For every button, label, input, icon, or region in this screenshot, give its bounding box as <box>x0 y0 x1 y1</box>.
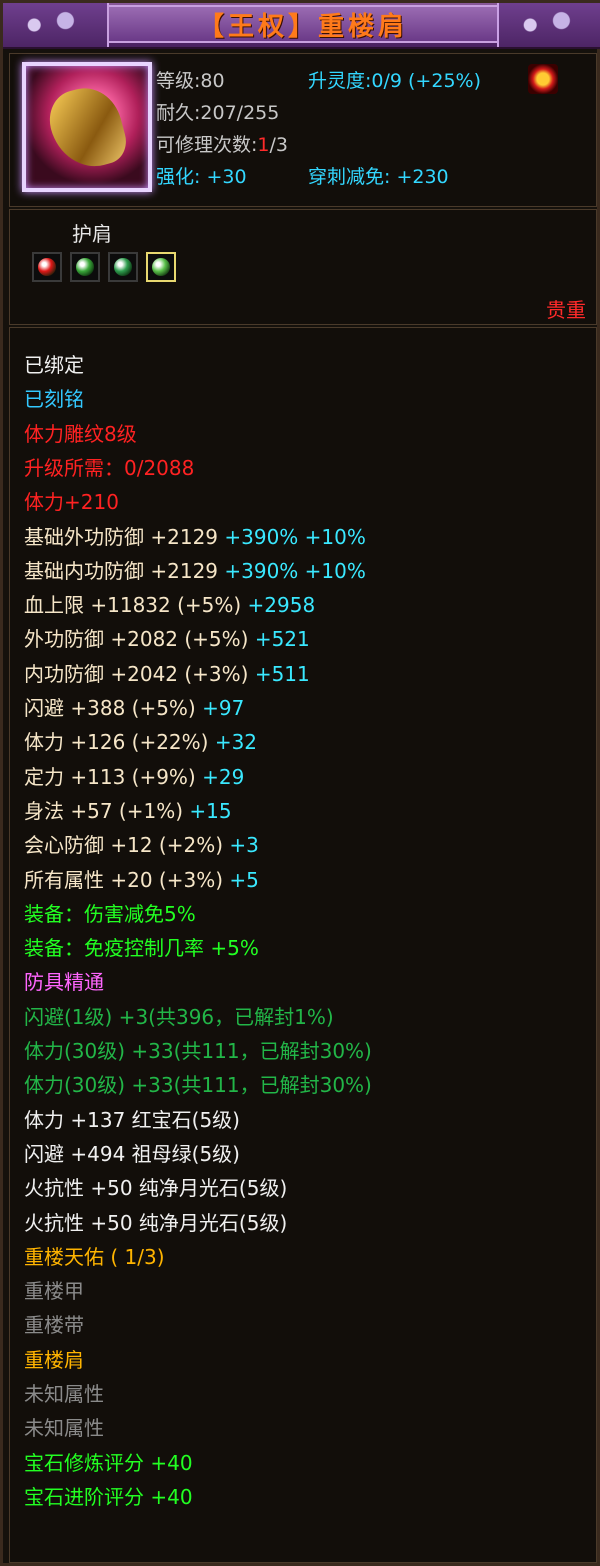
attribute-line: 宝石修炼评分 +40 <box>24 1450 193 1475</box>
attribute-bonus: +390% +10% <box>218 558 366 583</box>
attribute-line: 闪避 +494 祖母绿(5级) <box>24 1141 240 1166</box>
repair-count: 可修理次数:1/3 <box>156 130 288 157</box>
level-text: 等级:80 <box>156 70 225 92</box>
repair-prefix: 可修理次数: <box>156 134 258 156</box>
attribute-line: 宝石进阶评分 +40 <box>24 1484 193 1509</box>
attribute-base: 身法 +57 (+1%) <box>24 798 184 823</box>
attribute-line: 基础内功防御 +2129 +390% +10% <box>24 554 366 588</box>
attribute-line: 火抗性 +50 纯净月光石(5级) <box>24 1210 288 1235</box>
title-bar: 【王权】重楼肩 <box>3 3 600 49</box>
rarity-badge: 贵重 <box>546 298 586 322</box>
item-header: 等级:80 耐久:207/255 可修理次数:1/3 强化: +30 升灵度:0… <box>9 53 597 207</box>
attribute-base: 基础内功防御 +2129 <box>24 558 219 583</box>
attribute-line: 火抗性 +50 纯净月光石(5级) <box>24 1176 288 1201</box>
attribute-line: 体力 +137 红宝石(5级) <box>24 1107 240 1132</box>
repair-suffix: /3 <box>269 134 289 156</box>
attribute-line: 重楼肩 <box>24 1347 84 1372</box>
repair-used: 1 <box>257 134 270 156</box>
attribute-base: 所有属性 +20 (+3%) <box>24 867 224 892</box>
green-gem-icon[interactable] <box>146 252 176 282</box>
attribute-bonus: +390% +10% <box>218 524 366 549</box>
attribute-line: 重楼天佑 ( 1/3) <box>24 1244 165 1269</box>
attribute-base: 闪避 +388 (+5%) <box>24 696 196 720</box>
attribute-base: 基础外功防御 +2129 <box>24 524 219 549</box>
attribute-bonus: +3 <box>223 833 259 858</box>
attribute-line: 内功防御 +2042 (+3%) +511 <box>24 657 310 691</box>
attribute-bonus: +511 <box>248 661 310 686</box>
attribute-line: 已刻铭 <box>24 387 84 412</box>
attribute-line: 体力(30级) +33(共111，已解封30%) <box>24 1073 372 1098</box>
shoulder-armor-icon[interactable] <box>22 62 152 192</box>
attribute-bonus: +2958 <box>241 593 316 618</box>
attribute-line: 体力(30级) +33(共111，已解封30%) <box>24 1039 372 1063</box>
attribute-line: 定力 +113 (+9%) +29 <box>24 760 244 794</box>
attribute-line: 体力雕纹8级 <box>24 421 137 446</box>
red-gem-icon[interactable] <box>32 252 62 282</box>
ornament-left-icon <box>3 3 109 47</box>
refine-text: 强化: +30 <box>156 166 247 188</box>
attribute-line: 外功防御 +2082 (+5%) +521 <box>24 622 310 656</box>
attribute-line: 闪避 +388 (+5%) +97 <box>24 691 244 725</box>
durability-text: 耐久:207/255 <box>156 102 280 124</box>
attribute-base: 内功防御 +2042 (+3%) <box>24 661 249 686</box>
attribute-line: 防具精通 <box>24 970 104 995</box>
slot-label: 护肩 <box>72 222 112 246</box>
attribute-bonus: +15 <box>183 798 232 823</box>
attribute-line: 升级所需：0/2088 <box>24 455 195 480</box>
attribute-line: 基础外功防御 +2129 +390% +10% <box>24 520 366 554</box>
attribute-line: 体力 +126 (+22%) +32 <box>24 725 257 759</box>
green-gem-icon[interactable] <box>108 252 138 282</box>
item-name: 【王权】重楼肩 <box>197 11 408 42</box>
attribute-bonus: +97 <box>195 696 245 720</box>
attribute-line: 未知属性 <box>24 1382 104 1406</box>
attribute-list: 已绑定已刻铭体力雕纹8级升级所需：0/2088 体力+210 基础外功防御 +212… <box>9 327 597 1563</box>
upgrade-icon[interactable] <box>528 64 558 94</box>
attribute-line: 重楼带 <box>24 1313 84 1338</box>
attribute-line: 血上限 +11832 (+5%) +2958 <box>24 588 315 622</box>
slot-section: 护肩 贵重 <box>9 209 597 325</box>
attribute-line: 装备：免疫控制几率 +5% <box>24 936 259 961</box>
attribute-line: 身法 +57 (+1%) +15 <box>24 794 232 828</box>
attribute-line: 重楼甲 <box>24 1279 84 1304</box>
attribute-base: 定力 +113 (+9%) <box>24 764 196 789</box>
attribute-bonus: +32 <box>208 730 258 755</box>
attribute-base: 外功防御 +2082 (+5%) <box>24 627 249 652</box>
attribute-base: 体力 +126 (+22%) <box>24 730 209 755</box>
attribute-base: 会心防御 +12 (+2%) <box>24 833 224 858</box>
attribute-line: 已绑定 <box>24 353 84 377</box>
title-box: 【王权】重楼肩 <box>107 5 499 43</box>
attribute-line: 所有属性 +20 (+3%) +5 <box>24 863 259 897</box>
spirit-text: 升灵度:0/9 (+25%) <box>308 70 481 92</box>
attribute-line: 装备：伤害减免5% <box>24 901 196 926</box>
attribute-bonus: +5 <box>223 867 259 892</box>
attribute-line: 会心防御 +12 (+2%) +3 <box>24 828 259 862</box>
ornament-right-icon <box>497 3 600 47</box>
attribute-line: 体力+210 <box>24 490 119 515</box>
pierce-text: 穿刺减免: +230 <box>308 166 449 188</box>
attribute-bonus: +521 <box>248 627 310 652</box>
green-gem-icon[interactable] <box>70 252 100 282</box>
attribute-line: 闪避(1级) +3(共396，已解封1%) <box>24 1004 334 1029</box>
attribute-line: 未知属性 <box>24 1416 104 1441</box>
attribute-bonus: +29 <box>195 764 245 789</box>
item-tooltip: 【王权】重楼肩 等级:80 耐久:207/255 可修理次数:1/3 强化: +… <box>0 0 600 1566</box>
attribute-base: 血上限 +11832 (+5%) <box>24 593 242 618</box>
